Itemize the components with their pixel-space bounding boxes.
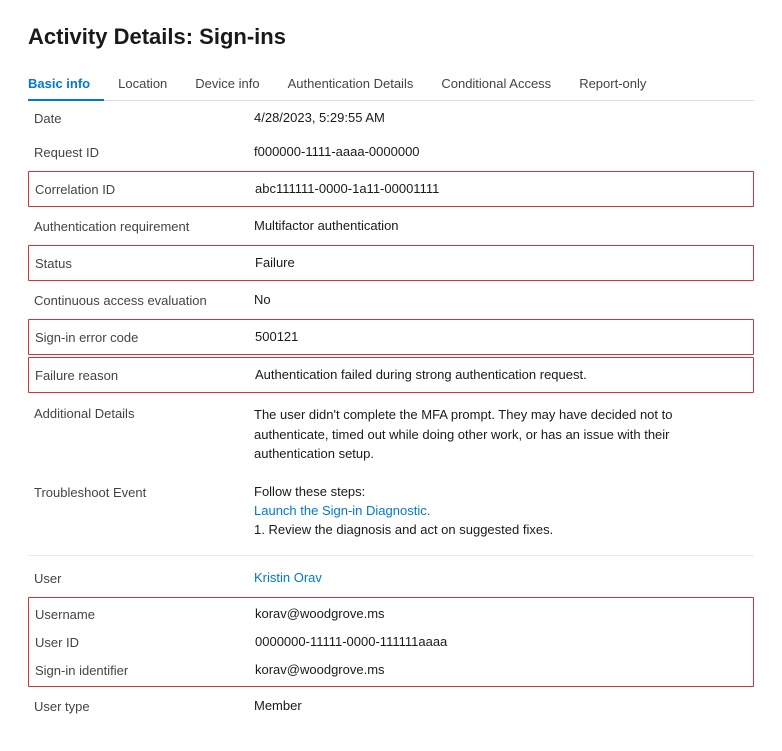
tab-bar: Basic info Location Device info Authenti…	[28, 68, 754, 101]
tab-auth-details[interactable]: Authentication Details	[274, 68, 428, 101]
signin-id-label: Sign-in identifier	[35, 662, 255, 678]
status-value: Failure	[255, 255, 747, 270]
failure-reason-row: Failure reason Authentication failed dur…	[28, 357, 754, 393]
user-row: User Kristin Orav	[28, 560, 754, 595]
section-divider	[28, 555, 754, 556]
continuous-label: Continuous access evaluation	[34, 292, 254, 308]
request-id-label: Request ID	[34, 144, 254, 160]
additional-details-label: Additional Details	[34, 405, 254, 421]
signin-error-value: 500121	[255, 329, 747, 344]
troubleshoot-row: Troubleshoot Event Follow these steps: L…	[28, 474, 754, 551]
tab-location[interactable]: Location	[104, 68, 181, 101]
failure-reason-label: Failure reason	[35, 367, 255, 383]
auth-req-row: Authentication requirement Multifactor a…	[28, 209, 754, 243]
tab-device-info[interactable]: Device info	[181, 68, 273, 101]
user-type-row: User type Member	[28, 689, 754, 723]
failure-reason-value: Authentication failed during strong auth…	[255, 367, 747, 382]
date-label: Date	[34, 110, 254, 126]
user-type-label: User type	[34, 698, 254, 714]
auth-req-label: Authentication requirement	[34, 218, 254, 234]
signin-id-value: korav@woodgrove.ms	[255, 662, 747, 677]
signin-error-row: Sign-in error code 500121	[28, 319, 754, 355]
troubleshoot-content: Follow these steps: Launch the Sign-in D…	[254, 484, 748, 537]
user-id-row: User ID 0000000-11111-0000-111111aaaa	[29, 628, 753, 656]
request-id-value: f000000-1111-aaaa-0000000	[254, 144, 748, 159]
page-title: Activity Details: Sign-ins	[28, 24, 754, 50]
username-row: Username korav@woodgrove.ms	[29, 598, 753, 628]
additional-details-value: The user didn't complete the MFA prompt.…	[254, 405, 748, 464]
correlation-id-row: Correlation ID abc111111-0000-1a11-00001…	[28, 171, 754, 207]
user-value[interactable]: Kristin Orav	[254, 570, 748, 585]
troubleshoot-steps-text: Follow these steps:	[254, 484, 748, 499]
request-id-row: Request ID f000000-1111-aaaa-0000000	[28, 135, 754, 169]
troubleshoot-link[interactable]: Launch the Sign-in Diagnostic.	[254, 503, 748, 518]
username-value: korav@woodgrove.ms	[255, 606, 747, 621]
signin-id-row: Sign-in identifier korav@woodgrove.ms	[29, 656, 753, 686]
date-row: Date 4/28/2023, 5:29:55 AM	[28, 101, 754, 135]
status-row: Status Failure	[28, 245, 754, 281]
troubleshoot-label: Troubleshoot Event	[34, 484, 254, 500]
user-id-value: 0000000-11111-0000-111111aaaa	[255, 634, 747, 649]
user-type-value: Member	[254, 698, 748, 713]
user-details-group: Username korav@woodgrove.ms User ID 0000…	[28, 597, 754, 687]
additional-details-row: Additional Details The user didn't compl…	[28, 395, 754, 474]
user-id-label: User ID	[35, 634, 255, 650]
user-label: User	[34, 570, 254, 586]
tab-basic-info[interactable]: Basic info	[28, 68, 104, 101]
continuous-row: Continuous access evaluation No	[28, 283, 754, 317]
continuous-value: No	[254, 292, 748, 307]
page-container: Activity Details: Sign-ins Basic info Lo…	[0, 0, 782, 751]
status-label: Status	[35, 255, 255, 271]
auth-req-value: Multifactor authentication	[254, 218, 748, 233]
date-value: 4/28/2023, 5:29:55 AM	[254, 110, 748, 125]
signin-error-label: Sign-in error code	[35, 329, 255, 345]
correlation-id-label: Correlation ID	[35, 181, 255, 197]
troubleshoot-instruction: 1. Review the diagnosis and act on sugge…	[254, 522, 748, 537]
tab-report-only[interactable]: Report-only	[565, 68, 660, 101]
correlation-id-value: abc111111-0000-1a11-00001111	[255, 181, 747, 196]
tab-conditional-access[interactable]: Conditional Access	[427, 68, 565, 101]
username-label: Username	[35, 606, 255, 622]
basic-info-content: Date 4/28/2023, 5:29:55 AM Request ID f0…	[28, 101, 754, 723]
